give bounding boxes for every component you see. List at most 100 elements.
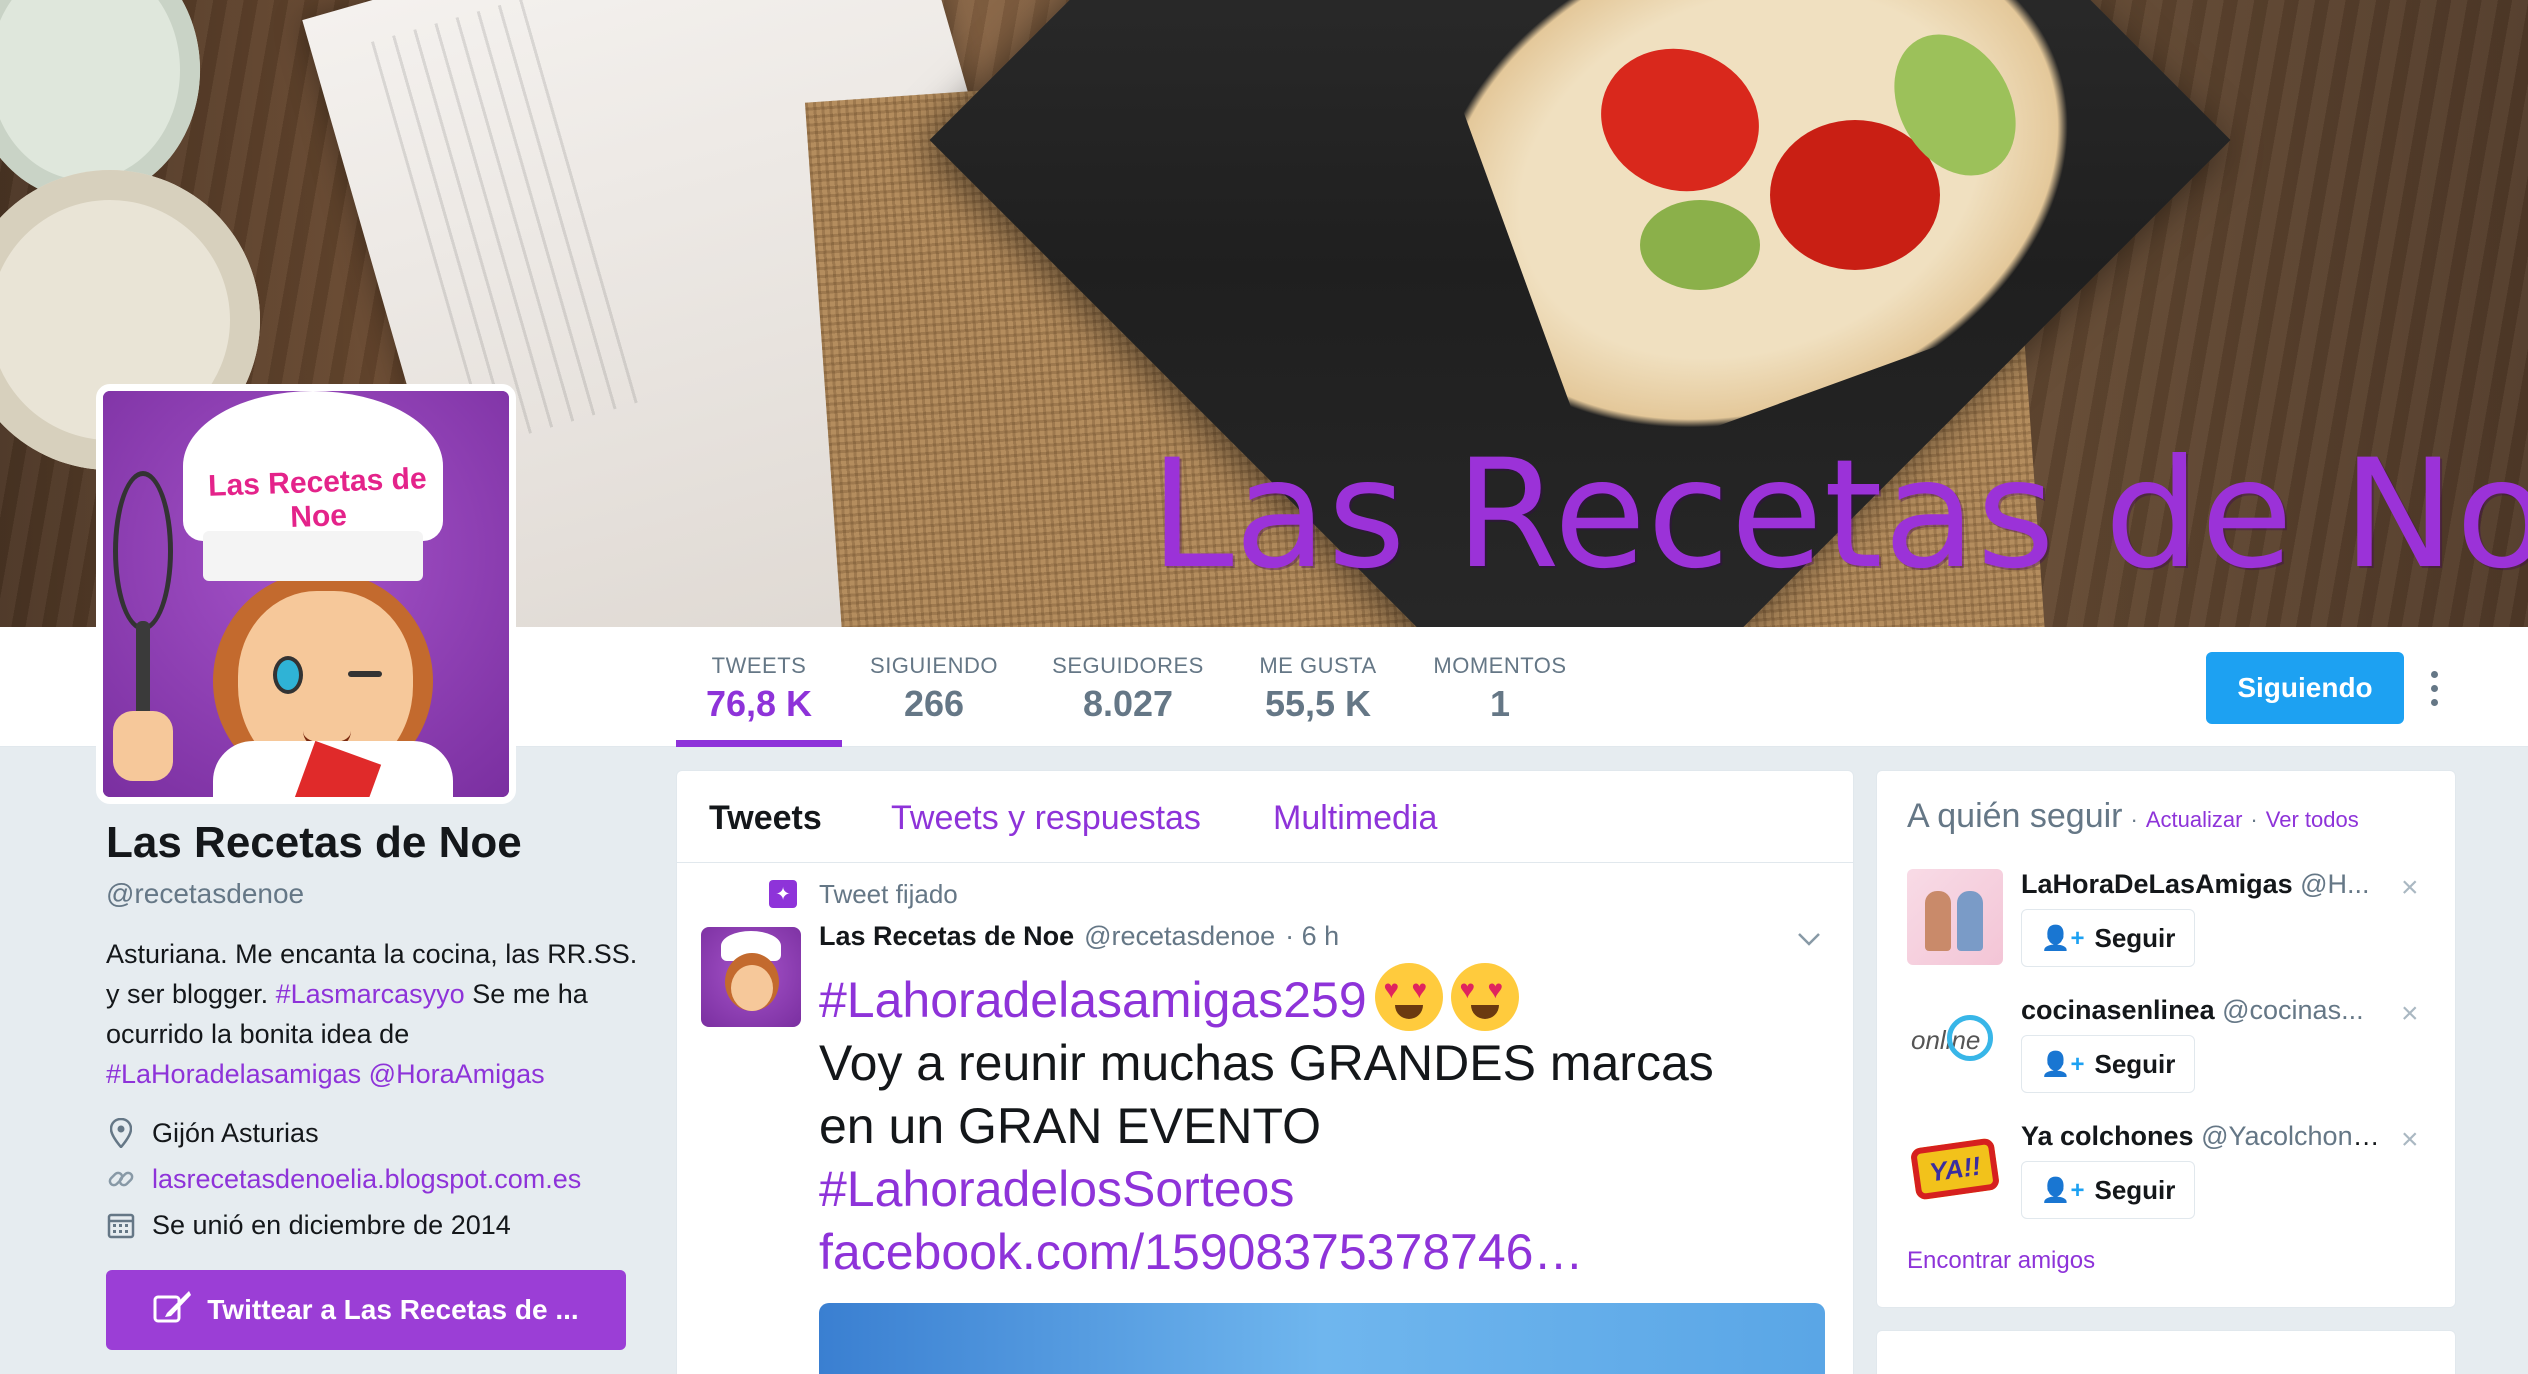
suggestion-handle: @Yacolchones: [2201, 1121, 2381, 1151]
profile-joined: Se unió en diciembre de 2014: [106, 1205, 511, 1245]
stat-label: TWEETS: [711, 653, 807, 678]
tweet-link[interactable]: facebook.com/15908375378746…: [819, 1221, 1819, 1284]
stat-tweets[interactable]: TWEETS 76,8 K: [676, 627, 842, 747]
stat-moments[interactable]: MOMENTOS 1: [1424, 627, 1576, 747]
suggestion-handle: @cocinas...: [2222, 995, 2364, 1025]
location-text: Gijón Asturias: [152, 1117, 319, 1148]
more-options-icon[interactable]: [2420, 652, 2448, 724]
separator: ·: [2250, 807, 2258, 832]
close-icon[interactable]: ×: [2401, 871, 2419, 905]
profile-avatar[interactable]: Las Recetas de Noe: [96, 384, 516, 804]
bio-hashtag[interactable]: #LaHoradelasamigas: [106, 1059, 361, 1089]
bio-text: [361, 1059, 369, 1089]
suggestion-avatar[interactable]: online: [1907, 995, 2003, 1091]
stat-likes[interactable]: ME GUSTA 55,5 K: [1250, 627, 1386, 747]
compose-icon: [153, 1289, 193, 1332]
who-to-follow-title: A quién seguir: [1907, 797, 2123, 835]
follow-label: Seguir: [2094, 1048, 2176, 1079]
tweet-author-handle[interactable]: @recetasdenoe: [1084, 921, 1275, 952]
tab-tweets[interactable]: Tweets: [709, 799, 822, 838]
suggestion-identity[interactable]: LaHoraDeLasAmigas @H...: [2021, 869, 2381, 900]
view-all-link[interactable]: Ver todos: [2266, 807, 2359, 833]
suggestion-name: Ya colchones: [2021, 1121, 2194, 1151]
chevron-down-icon[interactable]: [1797, 923, 1821, 947]
stat-label: MOMENTOS: [1433, 653, 1567, 678]
chef-hat-band: [203, 531, 423, 581]
add-user-icon: 👤+: [2040, 1176, 2085, 1204]
tweet-first-line: #Lahoradelasamigas259 ♥ ♥ ♥ ♥: [819, 963, 1819, 1032]
stat-label: ME GUSTA: [1259, 653, 1377, 678]
website-link[interactable]: lasrecetasdenoelia.blogspot.com.es: [152, 1164, 581, 1195]
suggestion-identity[interactable]: Ya colchones @Yacolchones: [2021, 1121, 2381, 1152]
tweet-hashtag[interactable]: #Lahoradelasamigas259: [819, 972, 1367, 1028]
tweet-header: Las Recetas de Noe @recetasdenoe · 6 h: [819, 921, 1339, 952]
suggestion-handle: @H...: [2300, 869, 2370, 899]
stat-followers[interactable]: SEGUIDORES 8.027: [1040, 627, 1216, 747]
tweet-media[interactable]: [819, 1303, 1825, 1374]
suggestion-avatar[interactable]: [1907, 869, 2003, 965]
follow-label: Seguir: [2094, 1174, 2176, 1205]
pinned-label: Tweet fijado: [819, 878, 958, 909]
location-pin-icon: [106, 1117, 136, 1149]
tweet-line: Voy a reunir muchas GRANDES marcas: [819, 1035, 1714, 1091]
banner-zucchini: [1640, 200, 1760, 290]
whisk-icon: [113, 471, 173, 631]
avatar-hand: [113, 711, 173, 781]
avatar-text: Las Recetas de Noe: [207, 462, 428, 534]
close-icon[interactable]: ×: [2401, 997, 2419, 1031]
joined-text: Se unió en diciembre de 2014: [152, 1209, 511, 1240]
stat-value: 8.027: [1082, 683, 1174, 724]
follow-button[interactable]: 👤+ Seguir: [2021, 1035, 2195, 1093]
stat-following[interactable]: SIGUIENDO 266: [860, 627, 1008, 747]
heart-eyes-emoji-icon: ♥ ♥: [1450, 963, 1519, 1031]
find-friends-link[interactable]: Encontrar amigos: [1907, 1247, 2095, 1275]
suggestion-identity[interactable]: cocinasenlinea @cocinas...: [2021, 995, 2381, 1026]
stat-value: 1: [1489, 683, 1511, 724]
tweet-author-name[interactable]: Las Recetas de Noe: [819, 921, 1074, 952]
stat-value: 55,5 K: [1264, 683, 1372, 724]
add-user-icon: 👤+: [2040, 1050, 2085, 1078]
tweet-to-button[interactable]: Twittear a Las Recetas de ...: [106, 1270, 626, 1350]
suggestion-item: online cocinasenlinea @cocinas... × 👤+ Se…: [1907, 995, 2437, 1105]
calendar-icon: [106, 1209, 136, 1241]
suggestion-item: YA!! Ya colchones @Yacolchones × 👤+ Segui…: [1907, 1121, 2437, 1231]
add-user-icon: 👤+: [2040, 924, 2085, 952]
tab-media[interactable]: Multimedia: [1273, 799, 1437, 838]
tweet-hashtag[interactable]: #LahoradelosSorteos: [819, 1158, 1819, 1221]
timeline: Tweets Tweets y respuestas Multimedia ✦ …: [676, 770, 1854, 1374]
tweet-to-label: Twittear a Las Recetas de ...: [207, 1294, 579, 1325]
stat-label: SEGUIDORES: [1052, 653, 1204, 678]
tweet-time[interactable]: · 6 h: [1285, 921, 1339, 952]
bio-hashtag[interactable]: #Lasmarcasyyo: [276, 979, 465, 1009]
tab-tweets-replies[interactable]: Tweets y respuestas: [891, 799, 1201, 838]
profile-name[interactable]: Las Recetas de Noe: [106, 818, 522, 868]
follow-button[interactable]: 👤+ Seguir: [2021, 909, 2195, 967]
tweet-avatar[interactable]: [701, 927, 801, 1027]
timeline-tabs: Tweets Tweets y respuestas Multimedia: [677, 771, 1853, 863]
suggestion-item: LaHoraDeLasAmigas @H... × 👤+ Seguir: [1907, 869, 2437, 979]
tweet-text: #Lahoradelasamigas259 ♥ ♥ ♥ ♥ Voy a reunir m…: [819, 963, 1819, 1284]
profile-website[interactable]: lasrecetasdenoelia.blogspot.com.es: [106, 1159, 581, 1199]
avatar-wink: [348, 671, 382, 677]
follow-label: Seguir: [2094, 922, 2176, 953]
suggestion-name: cocinasenlinea: [2021, 995, 2215, 1025]
stat-value: 266: [903, 683, 965, 724]
who-to-follow: A quién seguir · Actualizar · Ver todos …: [1876, 770, 2456, 1308]
who-to-follow-header: A quién seguir · Actualizar · Ver todos: [1907, 797, 2359, 836]
refresh-link[interactable]: Actualizar: [2146, 807, 2243, 833]
stat-label: SIGUIENDO: [870, 653, 998, 678]
suggestion-avatar[interactable]: YA!!: [1907, 1121, 2003, 1217]
bio-mention[interactable]: @HoraAmigas: [369, 1059, 545, 1089]
stat-value: 76,8 K: [705, 683, 813, 724]
pin-icon: ✦: [769, 880, 797, 908]
banner-title: Las Recetas de Noe: [1150, 428, 2528, 602]
profile-bio: Asturiana. Me encanta la cocina, las RR.…: [106, 934, 646, 1094]
tweet-line: en un GRAN EVENTO: [819, 1098, 1322, 1154]
heart-eyes-emoji-icon: ♥ ♥: [1374, 963, 1443, 1031]
separator: ·: [2130, 807, 2138, 832]
follow-button[interactable]: 👤+ Seguir: [2021, 1161, 2195, 1219]
following-button[interactable]: Siguiendo: [2206, 652, 2404, 724]
close-icon[interactable]: ×: [2401, 1123, 2419, 1157]
pinned-indicator: ✦ Tweet fijado: [769, 877, 958, 911]
profile-handle[interactable]: @recetasdenoe: [106, 878, 304, 910]
